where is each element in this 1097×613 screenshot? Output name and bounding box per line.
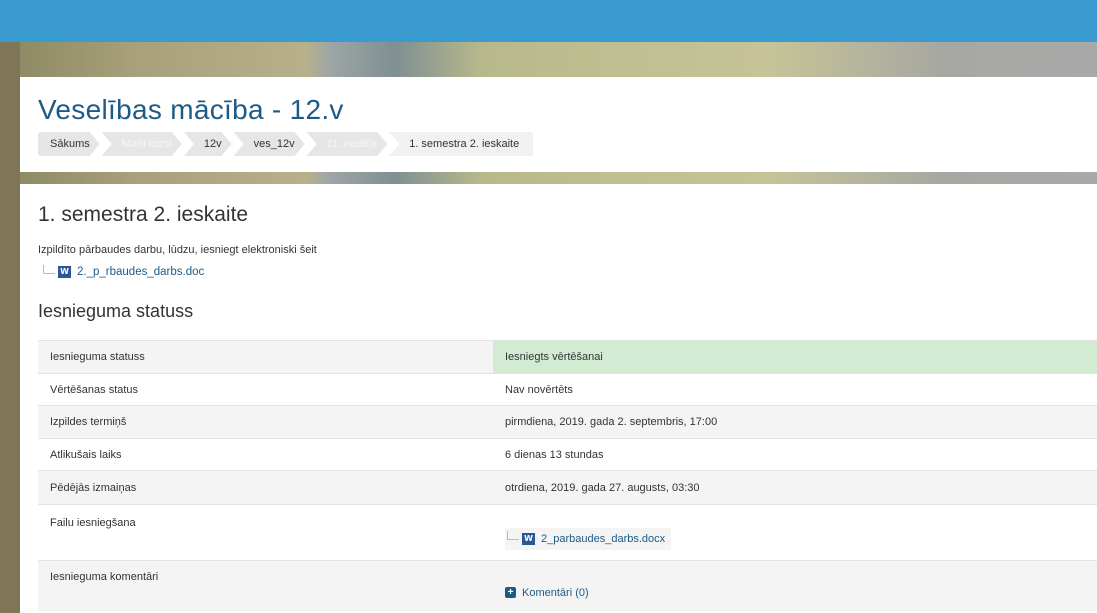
- submission-status-heading: Iesnieguma statuss: [38, 301, 194, 321]
- time-remaining-value: 6 dienas 13 stundas: [493, 438, 1097, 471]
- plus-icon[interactable]: +: [505, 587, 516, 599]
- left-background-strip: [0, 42, 20, 613]
- grading-status-value: Nav novērtēts: [493, 373, 1097, 406]
- last-modified-value: otrdiena, 2019. gada 27. augusts, 03:30: [493, 470, 1097, 505]
- breadcrumb-current: 1. semestra 2. ieskaite: [389, 132, 534, 156]
- breadcrumb-category[interactable]: 12v: [184, 132, 232, 156]
- submission-comments-value: + Komentāri (0): [493, 560, 1097, 611]
- assignment-title: 1. semestra 2. ieskaite: [38, 203, 249, 226]
- table-row: Iesnieguma statuss Iesniegts vērtēšanai: [38, 340, 1097, 374]
- tree-connector: [43, 264, 55, 274]
- row-label: Iesnieguma komentāri: [38, 560, 493, 611]
- submitted-file: W 2_parbaudes_darbs.docx: [505, 527, 672, 550]
- intro-attachment: W 2._p_rbaudes_darbs.doc: [43, 264, 204, 278]
- row-label: Atlikušais laiks: [38, 438, 493, 471]
- breadcrumb-my-courses[interactable]: Mani kursi: [102, 132, 182, 156]
- row-label: Vērtēšanas status: [38, 373, 493, 406]
- row-label: Iesnieguma statuss: [38, 340, 493, 374]
- table-row: Iesnieguma komentāri + Komentāri (0): [38, 560, 1097, 611]
- attachment-link[interactable]: 2._p_rbaudes_darbs.doc: [77, 266, 204, 278]
- submission-status-value: Iesniegts vērtēšanai: [493, 340, 1097, 374]
- table-row: Vērtēšanas status Nav novērtēts: [38, 373, 1097, 406]
- row-label: Failu iesniegšana: [38, 504, 493, 561]
- due-date-value: pirmdiena, 2019. gada 2. septembris, 17:…: [493, 405, 1097, 439]
- assignment-content: 1. semestra 2. ieskaite Izpildīto pārbau…: [20, 184, 1097, 613]
- row-label: Izpildes termiņš: [38, 405, 493, 439]
- file-submissions-value: W 2_parbaudes_darbs.docx: [493, 504, 1097, 561]
- comments-link[interactable]: Komentāri (0): [522, 587, 589, 599]
- word-doc-icon: W: [522, 532, 535, 545]
- table-row: Failu iesniegšana W 2_parbaudes_darbs.do…: [38, 504, 1097, 561]
- course-header: Veselības mācība - 12.v Sākums Mani kurs…: [20, 77, 1097, 172]
- table-row: Izpildes termiņš pirmdiena, 2019. gada 2…: [38, 405, 1097, 439]
- assignment-intro: Izpildīto pārbaudes darbu, lūdzu, iesnie…: [38, 244, 317, 256]
- submitted-file-link[interactable]: 2_parbaudes_darbs.docx: [541, 533, 665, 545]
- course-title: Veselības mācība - 12.v: [38, 94, 344, 125]
- breadcrumb-home[interactable]: Sākums: [38, 132, 100, 156]
- top-navbar: [0, 0, 1097, 42]
- breadcrumb-course[interactable]: ves_12v: [234, 132, 305, 156]
- table-row: Atlikušais laiks 6 dienas 13 stundas: [38, 438, 1097, 471]
- row-label: Pēdējās izmaiņas: [38, 470, 493, 505]
- breadcrumb: Sākums Mani kursi 12v ves_12v 11. nedēļa…: [38, 132, 535, 156]
- word-doc-icon: W: [58, 266, 71, 278]
- breadcrumb-week[interactable]: 11. nedēļa: [307, 132, 388, 156]
- table-row: Pēdējās izmaiņas otrdiena, 2019. gada 27…: [38, 470, 1097, 505]
- tree-connector: [507, 531, 519, 540]
- submission-status-table: Iesnieguma statuss Iesniegts vērtēšanai …: [38, 340, 1097, 611]
